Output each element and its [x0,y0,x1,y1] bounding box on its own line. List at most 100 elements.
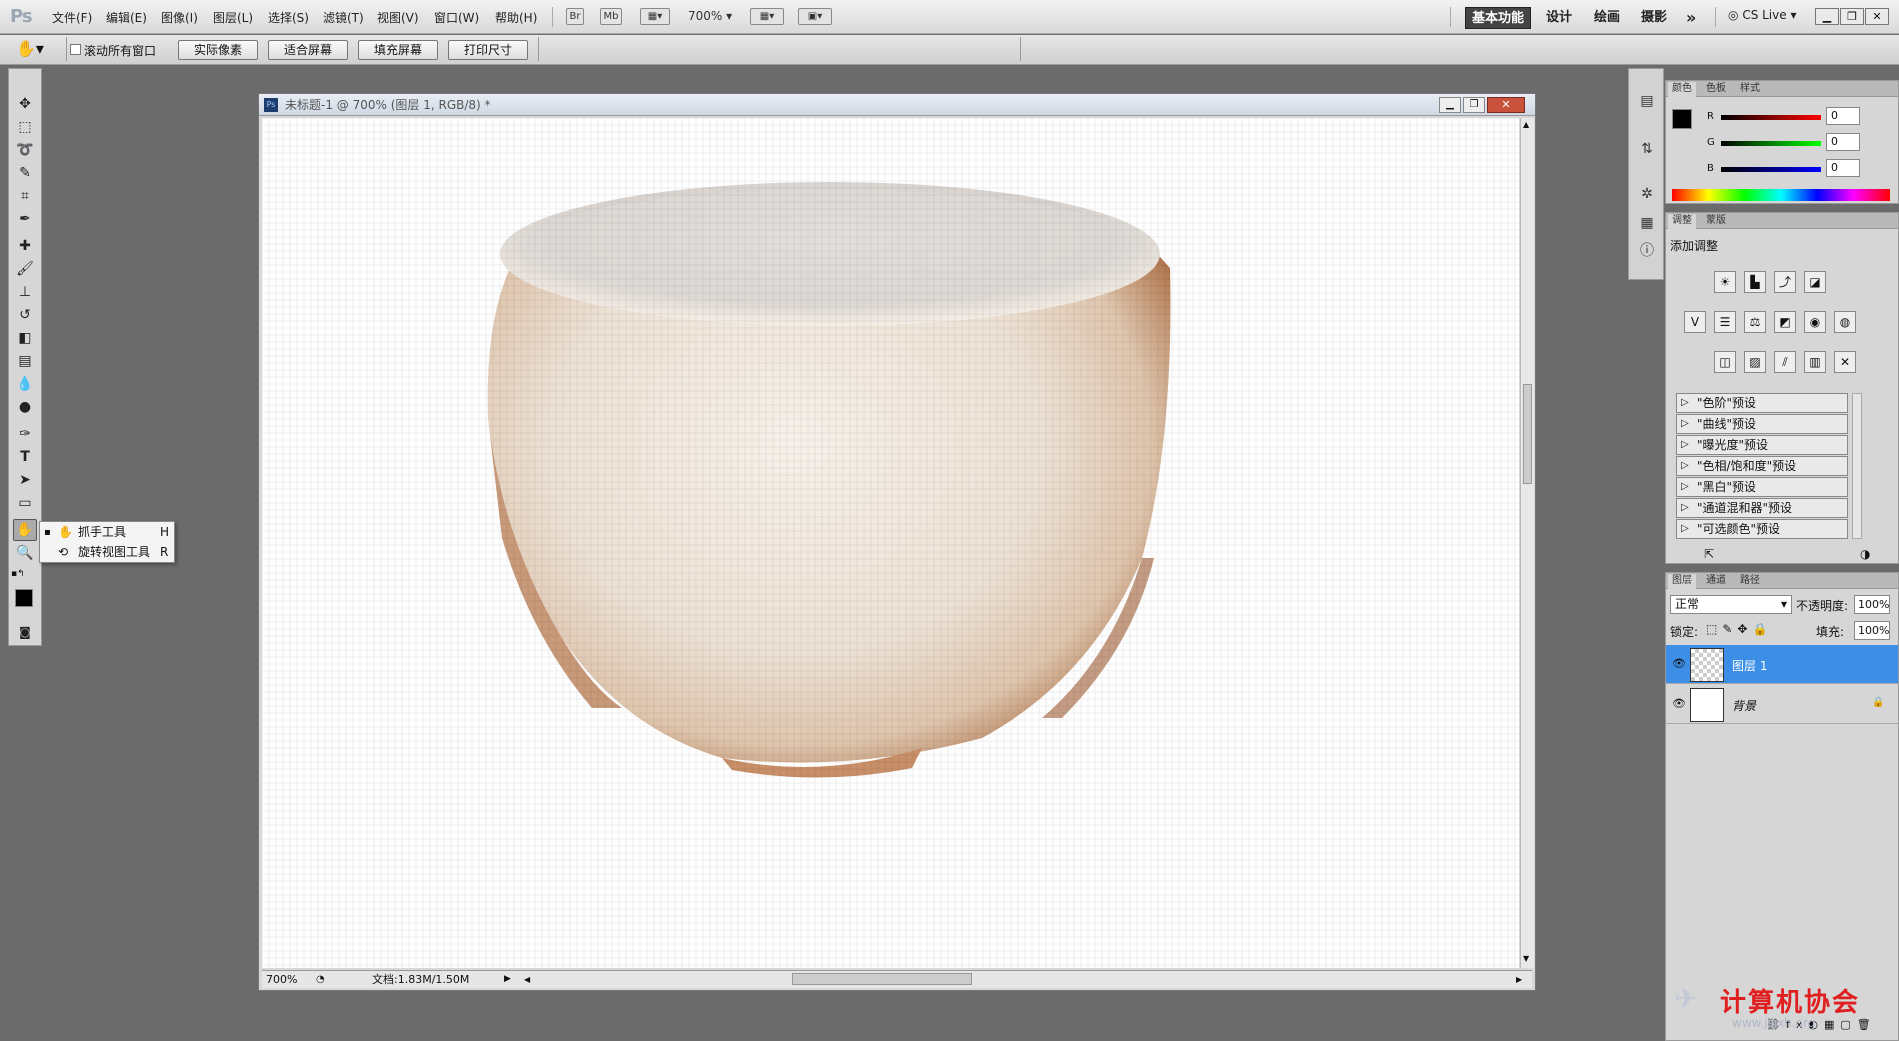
hand-tool-icon[interactable]: ✋ [13,519,37,541]
history-panel-icon[interactable]: ▤ [1637,91,1657,111]
clone-stamp-tool-icon[interactable]: ⊥ [13,281,37,303]
tab-styles[interactable]: 样式 [1736,82,1764,97]
print-size-button[interactable]: 打印尺寸 [448,40,528,60]
threshold-icon[interactable]: ⫽ [1774,351,1796,373]
menu-help[interactable]: 帮助(H) [495,9,537,26]
preset-levels[interactable]: "色阶"预设 [1676,393,1848,413]
lasso-tool-icon[interactable]: ➰ [13,139,37,161]
healing-brush-tool-icon[interactable]: ✚ [13,235,37,257]
actual-pixels-button[interactable]: 实际像素 [178,40,258,60]
move-tool-icon[interactable]: ✥ [13,93,37,115]
view-extras-button[interactable]: ▦▾ [640,8,670,25]
gradient-tool-icon[interactable]: ▤ [13,350,37,372]
selective-color-icon[interactable]: ✕ [1834,351,1856,373]
red-value[interactable]: 0 [1826,107,1860,125]
layer-name[interactable]: 背景 [1732,697,1756,714]
red-slider[interactable] [1721,115,1821,120]
preset-curves[interactable]: "曲线"预设 [1676,414,1848,434]
more-workspaces-button[interactable]: » [1680,7,1702,29]
mini-bridge-button[interactable]: Mb [600,8,622,25]
menu-layer[interactable]: 图层(L) [213,9,253,26]
layer-name[interactable]: 图层 1 [1732,657,1767,674]
brightness-contrast-icon[interactable]: ☀ [1714,271,1736,293]
preset-exposure[interactable]: "曝光度"预设 [1676,435,1848,455]
menu-edit[interactable]: 编辑(E) [106,9,147,26]
horizontal-scroll-thumb[interactable] [792,973,972,985]
blend-mode-select[interactable]: 正常 ▾ [1670,595,1792,614]
fill-input[interactable]: 100% [1854,621,1890,640]
brush-tool-icon[interactable]: 🖌 [13,258,37,280]
document-titlebar[interactable]: Ps 未标题-1 @ 700% (图层 1, RGB/8) * ▁ ❐ ✕ [259,94,1535,116]
pen-tool-icon[interactable]: ✑ [13,423,37,445]
scroll-up-icon[interactable]: ▲ [1523,120,1529,129]
green-slider[interactable] [1721,141,1821,146]
scroll-left-icon[interactable]: ◀ [524,971,530,988]
actions-panel-icon[interactable]: ⇅ [1637,139,1657,159]
color-spectrum-ramp[interactable] [1672,189,1890,201]
doc-minimize-button[interactable]: ▁ [1439,97,1461,113]
layer-row-background[interactable]: 👁 背景 🔒 [1666,685,1898,724]
flyout-item-rotate-view[interactable]: ⟲ 旋转视图工具 R [40,543,174,562]
gradient-map-icon[interactable]: ▥ [1804,351,1826,373]
posterize-icon[interactable]: ▨ [1744,351,1766,373]
adjustment-options-icon[interactable]: ◑ [1860,547,1870,561]
foreground-color-swatch[interactable] [15,589,33,607]
scroll-down-icon[interactable]: ▼ [1523,954,1529,963]
hand-tool-preset-icon[interactable]: ✋▾ [16,39,44,58]
tab-adjustments[interactable]: 调整 [1668,214,1696,229]
image-canvas[interactable] [262,118,1519,968]
histogram-panel-icon[interactable]: ▦ [1637,213,1657,233]
preset-channel-mixer[interactable]: "通道混和器"预设 [1676,498,1848,518]
color-balance-icon[interactable]: ⚖ [1744,311,1766,333]
preset-selective-color[interactable]: "可选颜色"预设 [1676,519,1848,539]
blue-value[interactable]: 0 [1826,159,1860,177]
preset-hue-saturation[interactable]: "色相/饱和度"预设 [1676,456,1848,476]
menu-window[interactable]: 窗口(W) [434,9,479,26]
scroll-right-icon[interactable]: ▶ [1516,971,1522,988]
tab-layers[interactable]: 图层 [1668,574,1696,589]
tab-swatches[interactable]: 色板 [1702,82,1730,97]
vertical-scrollbar[interactable]: ▲ ▼ [1520,118,1534,968]
zoom-level[interactable]: 700% [266,971,297,988]
info-panel-icon[interactable]: ⓘ [1637,241,1657,261]
cs-live-button[interactable]: ◎ CS Live ▾ [1728,8,1796,22]
presets-scrollbar[interactable] [1852,393,1862,539]
shape-tool-icon[interactable]: ▭ [13,492,37,514]
navigator-panel-icon[interactable]: ✲ [1637,184,1657,204]
path-select-tool-icon[interactable]: ➤ [13,469,37,491]
quick-mask-icon[interactable]: ◙ [13,621,37,643]
menu-filter[interactable]: 滤镜(T) [323,9,364,26]
curves-icon[interactable]: ⤴ [1774,271,1796,293]
restore-button[interactable]: ❐ [1840,8,1864,25]
workspace-basic[interactable]: 基本功能 [1465,7,1532,29]
menu-view[interactable]: 视图(V) [377,9,419,26]
marquee-tool-icon[interactable]: ⬚ [13,116,37,138]
eyedropper-tool-icon[interactable]: ✒ [13,208,37,230]
arrange-documents-button[interactable]: ▦▾ [750,8,784,25]
preset-black-white[interactable]: "黑白"预设 [1676,477,1848,497]
exposure-icon[interactable]: ◪ [1804,271,1826,293]
doc-maximize-button[interactable]: ❐ [1463,97,1485,113]
tab-masks[interactable]: 蒙版 [1702,214,1730,229]
workspace-design[interactable]: 设计 [1540,7,1578,29]
menu-file[interactable]: 文件(F) [52,9,92,26]
lock-icons[interactable]: ⬚✎✥🔒 [1706,622,1772,636]
menu-image[interactable]: 图像(I) [161,9,198,26]
blue-slider[interactable] [1721,167,1821,172]
doc-close-button[interactable]: ✕ [1487,97,1525,113]
photo-filter-icon[interactable]: ◉ [1804,311,1826,333]
quick-select-tool-icon[interactable]: ✎ [13,162,37,184]
green-value[interactable]: 0 [1826,133,1860,151]
opacity-input[interactable]: 100% [1854,595,1890,614]
eye-icon[interactable]: 👁 [1672,697,1686,710]
default-colors-icon[interactable]: ▪↰ [11,569,25,579]
foreground-color-swatch[interactable] [1672,109,1692,129]
flyout-item-hand[interactable]: ▪ ✋ 抓手工具 H [40,523,174,542]
crop-tool-icon[interactable]: ⌗ [13,185,37,207]
workspace-photo[interactable]: 摄影 [1635,7,1673,29]
tab-channels[interactable]: 通道 [1702,574,1730,589]
invert-icon[interactable]: ◫ [1714,351,1736,373]
tab-paths[interactable]: 路径 [1736,574,1764,589]
tab-color[interactable]: 颜色 [1668,82,1696,97]
fit-screen-button[interactable]: 适合屏幕 [268,40,348,60]
